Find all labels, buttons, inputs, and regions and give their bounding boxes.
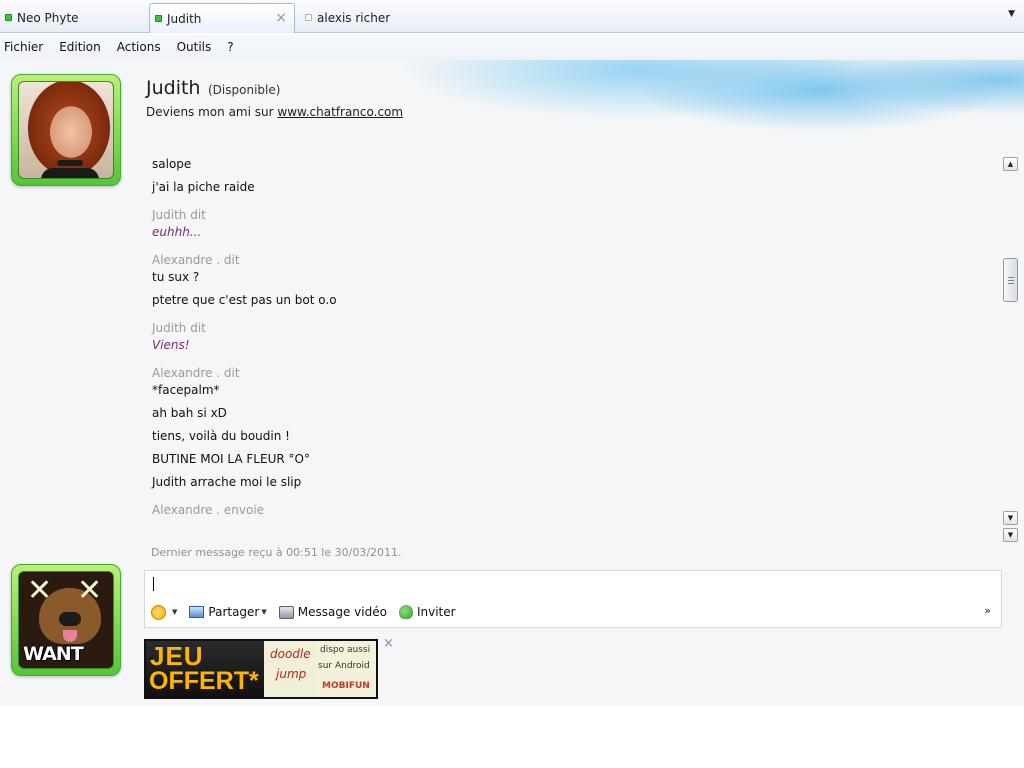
invite-button[interactable]: Inviter bbox=[398, 605, 456, 619]
tab-list-dropdown-icon[interactable]: ▼ bbox=[1008, 9, 1015, 19]
message-text: BUTINE MOI LA FLEUR °O° bbox=[152, 452, 310, 466]
user-photo: ✕ ✕ WANT bbox=[18, 571, 114, 669]
sparkle-icon: ✕ bbox=[77, 573, 103, 608]
menu-fichier[interactable]: Fichier bbox=[4, 40, 43, 54]
contact-status: (Disponible) bbox=[208, 83, 281, 97]
close-tab-icon[interactable]: × bbox=[275, 10, 287, 26]
chevron-down-icon: ▼ bbox=[261, 608, 267, 616]
tab-bar: Neo Phyte Judith × alexis richer ▼ bbox=[0, 0, 1024, 33]
close-ad-icon[interactable]: × bbox=[383, 636, 394, 651]
contact-photo bbox=[18, 81, 114, 179]
message-text: euhhh... bbox=[152, 225, 202, 239]
scroll-up-button[interactable]: ▲ bbox=[1003, 157, 1018, 171]
ad-info-text: dispo aussi bbox=[320, 645, 371, 655]
menu-edition[interactable]: Edition bbox=[59, 40, 101, 54]
tab-label: Judith bbox=[167, 11, 202, 26]
tab-judith[interactable]: Judith × bbox=[149, 3, 295, 33]
compose-box: ▼ Partager ▼ Message vidéo Inviter » bbox=[144, 570, 1002, 628]
conversation-history[interactable]: salope j'ai la piche raide Judith dit euhhh… bbox=[146, 140, 998, 545]
ad-doodle-text: doodle bbox=[270, 647, 311, 661]
message-sender: Judith dit bbox=[152, 321, 206, 335]
message-text: *facepalm* bbox=[152, 383, 220, 397]
menu-actions[interactable]: Actions bbox=[117, 40, 161, 54]
last-message-info: Dernier message reçu à 00:51 le 30/03/20… bbox=[151, 546, 402, 559]
video-message-button[interactable]: Message vidéo bbox=[278, 605, 387, 619]
message-text: ptetre que c'est pas un bot o.o bbox=[152, 293, 337, 307]
ad-doodle-panel: doodle jump bbox=[264, 641, 316, 697]
message-text: Viens! bbox=[152, 338, 190, 352]
online-status-icon bbox=[155, 15, 162, 22]
menu-bar: Fichier Edition Actions Outils ? bbox=[0, 34, 1024, 60]
tab-alexis-richer[interactable]: alexis richer bbox=[300, 3, 450, 32]
message-sender: Alexandre . dit bbox=[152, 366, 240, 380]
ad-brand: MOBIFUN bbox=[322, 681, 370, 691]
tab-label: alexis richer bbox=[317, 10, 391, 25]
menu-outils[interactable]: Outils bbox=[177, 40, 212, 54]
photo-detail bbox=[57, 160, 83, 166]
picture-icon bbox=[189, 606, 205, 618]
online-status-icon bbox=[5, 14, 12, 21]
share-label: Partager bbox=[208, 605, 260, 619]
avatar-caption: WANT bbox=[23, 643, 84, 665]
user-avatar[interactable]: ✕ ✕ WANT bbox=[11, 564, 121, 676]
emoticon-button[interactable]: ▼ bbox=[151, 604, 178, 620]
ad-jump-text: jump bbox=[276, 667, 307, 681]
tab-neo-phyte[interactable]: Neo Phyte bbox=[0, 3, 146, 32]
personal-message-link[interactable]: www.chatfranco.com bbox=[277, 105, 403, 119]
message-input[interactable] bbox=[151, 575, 991, 595]
photo-detail bbox=[41, 168, 99, 178]
message-sender: Alexandre . envoie bbox=[152, 503, 265, 517]
compose-toolbar: ▼ Partager ▼ Message vidéo Inviter » bbox=[151, 602, 997, 622]
message-text: j'ai la piche raide bbox=[152, 180, 255, 194]
add-contact-icon bbox=[398, 605, 413, 619]
contact-name: Judith bbox=[146, 77, 201, 99]
ad-info-text: sur Android bbox=[318, 661, 370, 671]
message-sender: Alexandre . dit bbox=[152, 253, 240, 267]
webcam-icon bbox=[278, 605, 294, 619]
message-text: salope bbox=[152, 157, 192, 171]
share-button[interactable]: Partager ▼ bbox=[189, 605, 267, 619]
video-message-label: Message vidéo bbox=[297, 605, 387, 619]
ad-info-panel: dispo aussi sur Android MOBIFUN bbox=[316, 641, 376, 697]
message-text: tiens, voilà du boudin ! bbox=[152, 429, 290, 443]
smiley-icon bbox=[151, 604, 166, 620]
message-sender: Judith dit bbox=[152, 208, 206, 222]
scrollbar-thumb[interactable] bbox=[1003, 258, 1018, 302]
invite-label: Inviter bbox=[416, 605, 456, 619]
chevron-down-icon: ▼ bbox=[172, 608, 178, 616]
message-text: tu sux ? bbox=[152, 270, 200, 284]
sparkle-icon: ✕ bbox=[27, 573, 53, 608]
ad-headline-2: OFFERT* bbox=[149, 667, 259, 695]
menu-help[interactable]: ? bbox=[227, 40, 233, 54]
contact-avatar[interactable] bbox=[11, 74, 121, 186]
text-caret bbox=[153, 577, 154, 591]
ad-panel: JEU OFFERT* bbox=[146, 641, 264, 697]
offline-status-icon bbox=[305, 14, 312, 21]
photo-detail bbox=[59, 612, 81, 626]
more-options-button[interactable]: » bbox=[984, 604, 991, 617]
personal-message-text: Deviens mon ami sur bbox=[146, 105, 278, 119]
ad-banner[interactable]: JEU OFFERT* doodle jump dispo aussi sur … bbox=[144, 639, 378, 699]
contact-personal-message: Deviens mon ami sur www.chatfranco.com bbox=[146, 105, 403, 119]
message-text: ah bah si xD bbox=[152, 406, 227, 420]
tab-label: Neo Phyte bbox=[17, 10, 79, 25]
message-text: Judith arrache moi le slip bbox=[152, 475, 302, 489]
scroll-down-button[interactable]: ▼ bbox=[1003, 511, 1018, 525]
scroll-to-end-button[interactable]: ▼ bbox=[1003, 528, 1018, 542]
